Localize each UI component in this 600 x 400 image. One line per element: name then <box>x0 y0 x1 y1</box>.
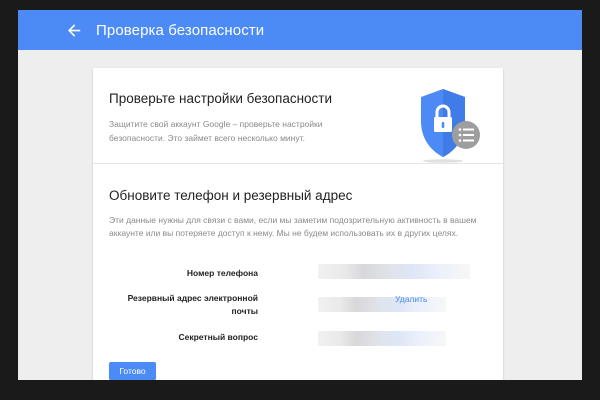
secret-question-label: Секретный вопрос <box>178 332 258 342</box>
back-button[interactable] <box>64 20 84 40</box>
contact-description: Эти данные нужны для связи с вами, если … <box>109 215 477 238</box>
page-title: Проверка безопасности <box>96 21 265 39</box>
screenshot-frame: Проверка безопасности Проверьте настройк… <box>0 0 600 400</box>
intro-title: Проверьте настройки безопасности <box>109 91 333 106</box>
delete-backup-email-link[interactable]: Удалить <box>395 294 427 304</box>
intro-section: Проверьте настройки безопасности Защитит… <box>93 68 503 164</box>
app-header: Проверка безопасности <box>18 10 582 50</box>
phone-label: Номер телефона <box>186 268 258 278</box>
contact-title: Обновите телефон и резервный адрес <box>109 188 353 203</box>
shield-lock-icon <box>421 89 480 163</box>
security-card: Проверьте настройки безопасности Защитит… <box>93 68 503 380</box>
arrow-left-icon <box>67 23 80 37</box>
phone-value-blurred[interactable] <box>318 264 470 279</box>
browser-viewport: Проверка безопасности Проверьте настройк… <box>18 10 582 380</box>
intro-description: Защитите свой аккаунт Google – проверьте… <box>109 119 323 143</box>
backup-email-label: Резервный адрес электронной почты <box>127 293 258 316</box>
secret-question-value-blurred[interactable] <box>318 331 446 346</box>
done-button[interactable]: Готово <box>109 362 156 380</box>
